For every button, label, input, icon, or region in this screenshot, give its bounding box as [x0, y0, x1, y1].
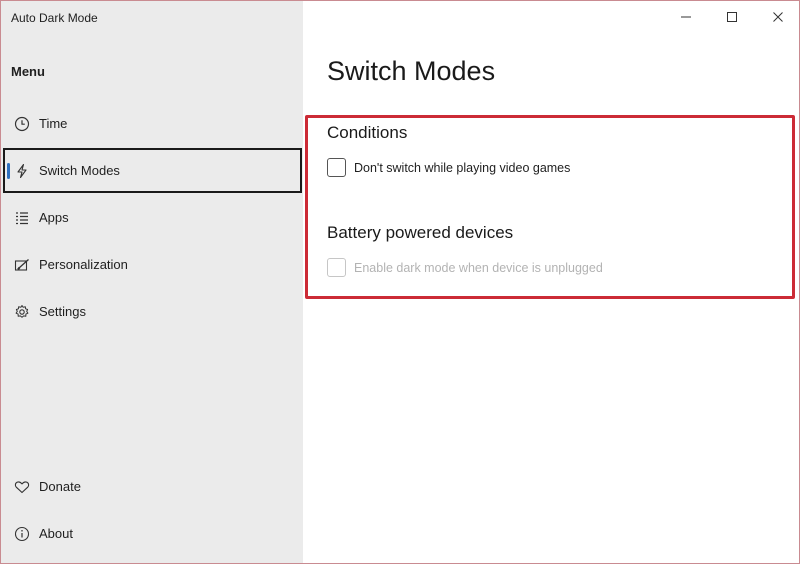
clock-icon	[12, 114, 32, 134]
minimize-icon	[681, 16, 691, 18]
close-icon	[773, 12, 783, 22]
sidebar-item-personalization[interactable]: Personalization	[3, 242, 302, 287]
app-window: Auto Dark Mode Menu Time Switch Modes Ap…	[0, 0, 800, 564]
info-icon	[12, 524, 32, 544]
checkbox-label: Don't switch while playing video games	[354, 160, 571, 175]
personalization-icon	[12, 255, 32, 275]
sidebar: Auto Dark Mode Menu Time Switch Modes Ap…	[1, 1, 303, 563]
list-icon	[12, 208, 32, 228]
close-button[interactable]	[755, 1, 799, 33]
sidebar-item-about[interactable]: About	[3, 511, 302, 556]
lightning-icon	[12, 161, 32, 181]
sidebar-item-label: Settings	[39, 304, 86, 319]
sidebar-item-time[interactable]: Time	[3, 101, 302, 146]
sidebar-item-switch-modes[interactable]: Switch Modes	[3, 148, 302, 193]
checkbox-box[interactable]	[327, 158, 346, 177]
section-title-conditions: Conditions	[327, 123, 408, 142]
checkbox-box[interactable]	[327, 258, 346, 277]
sidebar-item-label: Time	[39, 116, 68, 131]
sidebar-item-label: Personalization	[39, 257, 128, 272]
app-title: Auto Dark Mode	[11, 11, 98, 25]
sidebar-item-apps[interactable]: Apps	[3, 195, 302, 240]
maximize-button[interactable]	[709, 1, 755, 33]
sidebar-item-label: Switch Modes	[39, 163, 120, 178]
selection-indicator	[7, 163, 10, 179]
sidebar-item-label: About	[39, 526, 73, 541]
heart-icon	[12, 477, 32, 497]
menu-heading: Menu	[11, 64, 45, 79]
minimize-button[interactable]	[663, 1, 709, 33]
gear-icon	[12, 302, 32, 322]
section-title-battery: Battery powered devices	[327, 223, 514, 242]
sidebar-item-settings[interactable]: Settings	[3, 289, 302, 334]
sidebar-item-donate[interactable]: Donate	[3, 464, 302, 509]
main-content: Switch Modes Conditions Don't switch whi…	[303, 1, 799, 563]
checkbox-no-switch-games[interactable]: Don't switch while playing video games	[327, 158, 570, 177]
checkbox-dark-when-unplugged[interactable]: Enable dark mode when device is unplugge…	[327, 258, 603, 277]
sidebar-item-label: Donate	[39, 479, 81, 494]
caption-buttons	[663, 1, 799, 33]
maximize-icon	[727, 12, 737, 22]
checkbox-label: Enable dark mode when device is unplugge…	[354, 260, 603, 275]
sidebar-item-label: Apps	[39, 210, 69, 225]
page-title: Switch Modes	[327, 56, 496, 86]
